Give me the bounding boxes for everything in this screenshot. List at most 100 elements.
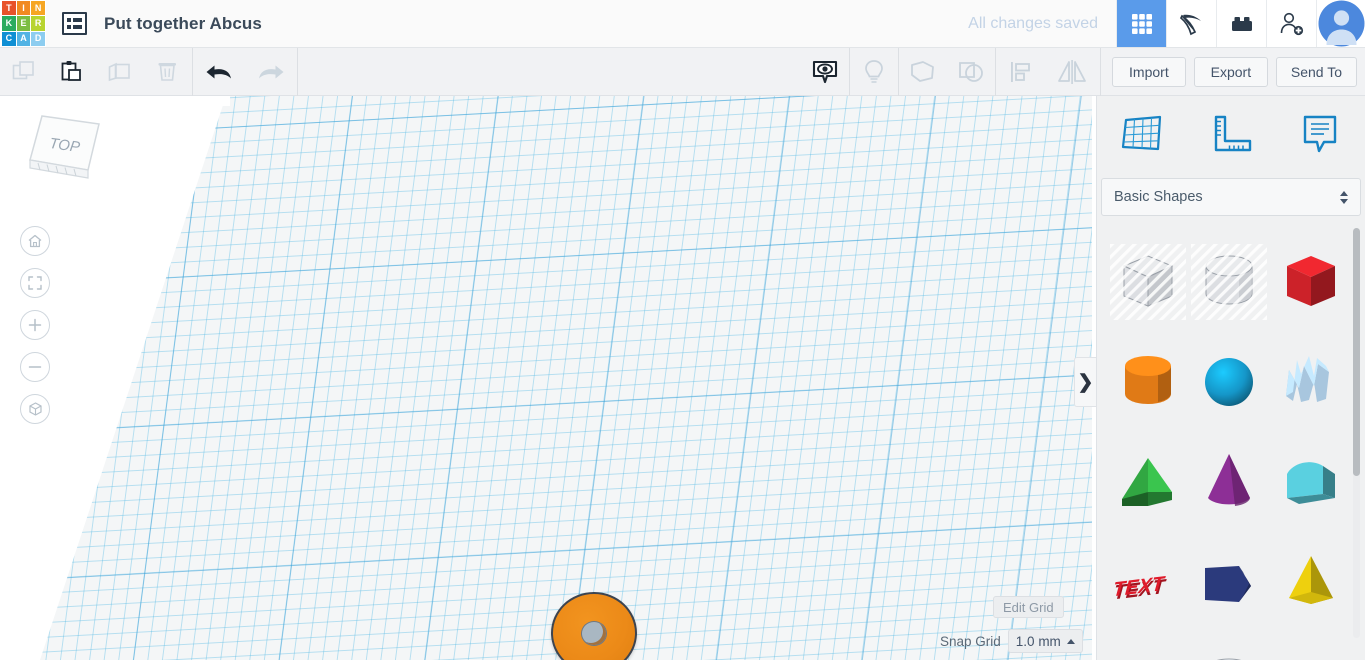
view-cube[interactable]: TOP [20,108,108,194]
logo-tile-k: K [2,16,16,31]
grid-9-icon [1131,13,1152,34]
invite-people-button[interactable] [1266,0,1316,47]
shape-library-select[interactable]: Basic Shapes [1101,178,1361,216]
snap-grid-select[interactable]: 1.0 mm [1007,629,1083,653]
extrusion-shape[interactable] [1189,532,1271,632]
pyramid-shape-thumbnail [1289,556,1334,604]
text-shape[interactable]: TEXT TEXT [1107,532,1189,632]
cone-shape[interactable] [1189,432,1271,532]
half-cylinder-shape[interactable] [1270,432,1352,532]
text-shape-thumbnail: TEXTTEXT [1112,573,1167,605]
grid-plane-icon [1121,115,1161,151]
duplicate-icon [108,62,130,81]
fit-to-view-button[interactable] [20,268,50,298]
shapes-scrollbar[interactable] [1353,228,1360,638]
tinkercad-logo[interactable]: TINKERCAD [0,0,46,47]
redo-button[interactable] [245,48,297,96]
align-button[interactable] [996,48,1044,96]
cylinder-hole-shape-thumbnail [1191,244,1268,320]
tube-shape[interactable] [1189,632,1271,660]
scrollbar-thumb[interactable] [1353,228,1360,476]
logo-tile-c: C [2,31,16,46]
ungroup-button[interactable] [947,48,995,96]
extrusion-shape-thumbnail [1205,566,1252,602]
roof-shape-thumbnail [1121,458,1172,506]
perspective-toggle-button[interactable] [20,394,50,424]
copy-button[interactable] [0,48,48,96]
group-shapes-icon [910,60,934,82]
polygon-shape-thumbnail [1110,644,1186,660]
pickaxe-icon [1179,14,1201,35]
bricks-button[interactable] [1216,0,1266,47]
send-to-button[interactable]: Send To [1275,56,1357,87]
project-gallery-button[interactable] [52,0,96,47]
show-hide-button[interactable] [801,48,849,96]
logo-tile-n: N [31,1,45,16]
select-arrows-icon [1340,190,1348,204]
project-title[interactable]: Put together Abcus [96,0,262,47]
cylinder-hole-shape[interactable] [1189,232,1271,332]
lego-brick-icon [1231,16,1252,31]
blocks-grid-button[interactable] [1116,0,1166,47]
trash-icon [158,62,176,81]
plus-icon [28,318,42,332]
minus-icon [28,366,42,368]
main-toolbar: Import Export Send To [0,47,1365,96]
duplicate-button[interactable] [96,48,144,96]
chevron-right-icon: ❯ [1077,371,1094,393]
ungroup-shapes-icon [958,61,983,82]
zoom-in-button[interactable] [20,310,50,340]
polygon-shape[interactable] [1107,632,1189,660]
home-icon [28,234,42,248]
shapes-tab[interactable] [1097,112,1186,156]
zoom-out-button[interactable] [20,352,50,382]
box-hole-shape-thumbnail [1109,244,1186,320]
delete-button[interactable] [144,48,192,96]
sphere-shape[interactable] [1189,332,1271,432]
box-hole-shape[interactable] [1107,232,1189,332]
group-button[interactable] [899,48,947,96]
edit-grid-button[interactable]: Edit Grid [993,596,1064,618]
half-cylinder-shape-thumbnail [1287,462,1336,504]
tinkercad-app: TINKERCAD Put together Abcus All changes… [0,0,1365,660]
workplane-canvas[interactable]: TOP ❯ Edit Grid Snap Grid 1.0 mm [0,96,1096,660]
export-button[interactable]: Export [1193,56,1268,87]
roof-shape[interactable] [1107,432,1189,532]
scribble-shape[interactable] [1270,332,1352,432]
snap-grid-value: 1.0 mm [1015,633,1061,649]
undo-button[interactable] [193,48,245,96]
toolbar-divider-2 [297,47,298,96]
add-user-icon [1280,12,1303,35]
cone-shape-thumbnail [1208,454,1251,506]
snap-grid-label: Snap Grid [940,633,1001,649]
paste-icon [61,60,81,81]
align-icon [1010,61,1030,82]
undo-arrow-icon [206,65,231,78]
cylinder-shape[interactable] [1107,332,1189,432]
ruler-tab[interactable] [1186,112,1275,156]
disc-center-hole [582,622,606,645]
caret-up-icon [1066,638,1075,644]
save-status-label: All changes saved [968,14,1098,32]
shape-library-value: Basic Shapes [1114,189,1203,205]
notes-tab[interactable] [1276,111,1365,157]
box-shape-thumbnail [1287,256,1336,306]
light-button[interactable] [850,48,898,96]
shapes-grid: TEXT TEXT [1097,224,1365,660]
collapse-panel-button[interactable]: ❯ [1074,357,1096,407]
import-button[interactable]: Import [1111,56,1186,87]
panel-tabs [1097,96,1365,172]
home-view-button[interactable] [20,226,50,256]
box-shape[interactable] [1270,232,1352,332]
logo-tile-r: R [31,16,45,31]
paste-button[interactable] [48,48,96,96]
codeblocks-button[interactable] [1166,0,1216,47]
mirror-flip-icon [1057,59,1086,84]
pyramid-shape[interactable] [1270,532,1352,632]
fit-frame-icon [28,276,42,290]
mirror-button[interactable] [1044,48,1100,96]
redo-arrow-icon [259,65,284,78]
user-avatar-button[interactable] [1316,0,1365,47]
copy-icon [12,60,34,79]
ortho-cube-icon [28,401,42,416]
